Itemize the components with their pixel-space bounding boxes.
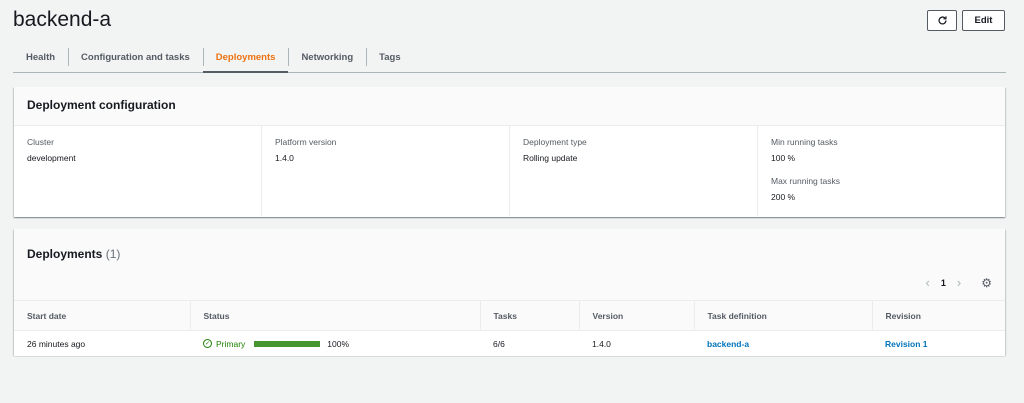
deployment-configuration-title: Deployment configuration <box>27 98 176 112</box>
version-cell: 1.4.0 <box>579 330 694 356</box>
deployment-type-value: Rolling update <box>523 153 578 163</box>
revision-cell: Revision 1 <box>872 330 1005 356</box>
min-running-tasks-label: Min running tasks <box>771 137 838 147</box>
tasks-cell: 6/6 <box>480 330 579 356</box>
deployments-count: (1) <box>105 247 121 261</box>
gear-icon[interactable]: ⚙ <box>981 276 992 290</box>
task-definition-link[interactable]: backend-a <box>707 339 749 349</box>
platform-version-value: 1.4.0 <box>275 153 294 163</box>
deployments-table: Start date Status Tasks Version Task def… <box>14 300 1005 356</box>
column-tasks[interactable]: Tasks <box>479 300 579 331</box>
progress-fill <box>254 340 321 347</box>
config-running-tasks: Min running tasks 100 % Max running task… <box>757 126 1005 216</box>
deployment-configuration-panel: Deployment configuration Cluster develop… <box>14 87 1005 217</box>
platform-version-label: Platform version <box>275 137 337 147</box>
refresh-button[interactable] <box>927 10 957 31</box>
deployment-type-label: Deployment type <box>523 137 587 147</box>
config-platform-version: Platform version 1.4.0 <box>261 126 509 216</box>
progress-bar <box>254 340 321 347</box>
column-task-definition[interactable]: Task definition <box>693 300 872 331</box>
min-running-tasks-value: 100 % <box>771 153 796 163</box>
chevron-left-icon[interactable]: ‹ <box>926 275 930 290</box>
header-actions: Edit <box>927 10 1005 31</box>
deployments-panel: Deployments (1) ‹ 1 › ⚙ Start date Statu… <box>14 229 1005 356</box>
table-row: 26 minutes ago ✓ Primary 100% 6/6 1.4.0 … <box>14 330 1005 356</box>
tab-bar: Health Configuration and tasks Deploymen… <box>13 43 1006 73</box>
cluster-label: Cluster <box>27 137 54 147</box>
column-start-date[interactable]: Start date <box>14 300 190 331</box>
config-deployment-type: Deployment type Rolling update <box>509 126 757 216</box>
max-running-tasks-label: Max running tasks <box>771 176 840 186</box>
deployments-title: Deployments (1) <box>27 247 120 261</box>
tab-deployments[interactable]: Deployments <box>202 43 289 73</box>
edit-button[interactable]: Edit <box>962 10 1005 31</box>
tab-health[interactable]: Health <box>13 43 68 72</box>
config-grid: Cluster development Platform version 1.4… <box>14 126 1005 216</box>
deployment-configuration-header: Deployment configuration <box>14 87 1005 126</box>
chevron-right-icon[interactable]: › <box>957 275 961 290</box>
cluster-value: development <box>27 153 76 163</box>
status-text: Primary <box>216 338 246 349</box>
revision-link[interactable]: Revision 1 <box>885 339 928 349</box>
pagination: ‹ 1 › ⚙ <box>926 275 992 290</box>
check-circle-icon: ✓ <box>203 339 212 348</box>
config-cluster: Cluster development <box>14 126 261 216</box>
progress-percent: 100% <box>327 338 350 349</box>
table-header-row: Start date Status Tasks Version Task def… <box>14 300 1005 331</box>
tab-configuration-and-tasks[interactable]: Configuration and tasks <box>68 43 203 72</box>
column-revision[interactable]: Revision <box>871 300 1005 331</box>
tab-networking[interactable]: Networking <box>288 43 366 72</box>
column-version[interactable]: Version <box>578 300 694 331</box>
page-title: backend-a <box>13 8 112 31</box>
refresh-icon <box>938 16 947 25</box>
task-definition-cell: backend-a <box>694 330 872 356</box>
max-running-tasks-value: 200 % <box>771 192 796 202</box>
status-cell: ✓ Primary 100% <box>190 330 480 356</box>
column-status[interactable]: Status <box>189 300 480 331</box>
deployments-title-text: Deployments <box>27 247 103 261</box>
tab-tags[interactable]: Tags <box>366 43 413 72</box>
start-date-cell: 26 minutes ago <box>14 330 190 356</box>
page-number[interactable]: 1 <box>941 278 946 288</box>
